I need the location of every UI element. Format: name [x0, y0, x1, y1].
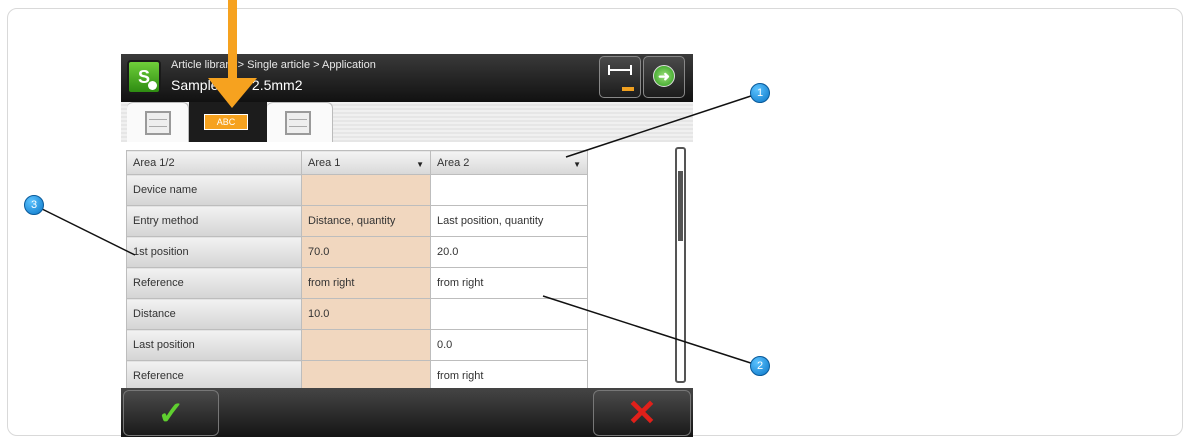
callout-marker-3: 3 — [24, 195, 44, 215]
callout-leader-2 — [542, 295, 761, 367]
orange-arrow-shaft — [228, 0, 237, 80]
callout-leader-3 — [33, 204, 136, 256]
callout-marker-1: 1 — [750, 83, 770, 103]
callout-leader-1 — [565, 92, 761, 158]
orange-arrow-icon — [208, 78, 257, 108]
annotation-overlay — [33, 0, 761, 367]
callout-marker-2: 2 — [750, 356, 770, 376]
